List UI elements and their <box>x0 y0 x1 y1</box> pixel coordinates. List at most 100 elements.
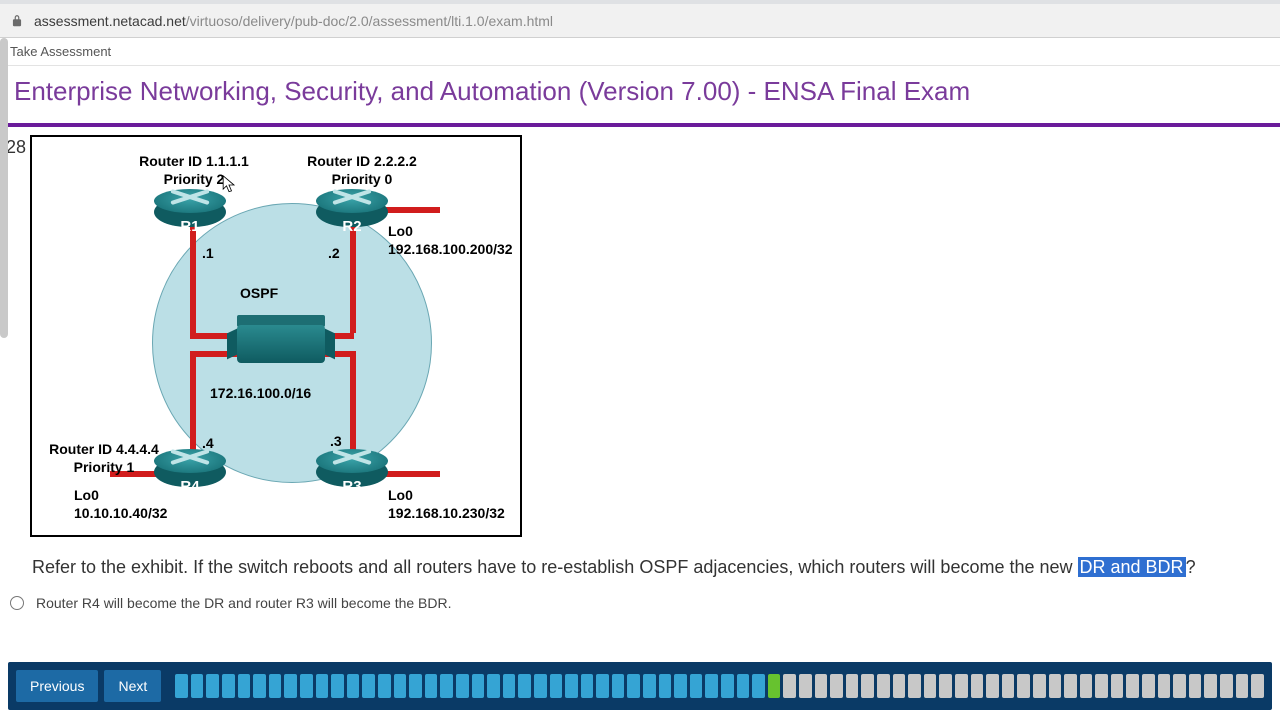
progress-cell[interactable] <box>752 674 765 698</box>
progress-cell[interactable] <box>846 674 859 698</box>
link <box>382 471 440 477</box>
progress-cell[interactable] <box>347 674 360 698</box>
progress-cell[interactable] <box>534 674 547 698</box>
progress-cell[interactable] <box>799 674 812 698</box>
progress-cell[interactable] <box>643 674 656 698</box>
progress-cell[interactable] <box>908 674 921 698</box>
progress-cell[interactable] <box>1251 674 1264 698</box>
answer-option-1[interactable]: Router R4 will become the DR and router … <box>0 589 1280 617</box>
progress-cell[interactable] <box>1142 674 1155 698</box>
progress-cell[interactable] <box>550 674 563 698</box>
progress-cell[interactable] <box>1204 674 1217 698</box>
progress-cell[interactable] <box>721 674 734 698</box>
progress-cell[interactable] <box>222 674 235 698</box>
breadcrumb: Take Assessment <box>0 38 1280 66</box>
progress-cell[interactable] <box>877 674 890 698</box>
progress-cell[interactable] <box>971 674 984 698</box>
r3-lo-label: Lo0192.168.10.230/32 <box>388 487 505 522</box>
progress-cell[interactable] <box>1158 674 1171 698</box>
router-r1: R1 <box>154 189 226 233</box>
progress-cell[interactable] <box>316 674 329 698</box>
progress-cell[interactable] <box>815 674 828 698</box>
progress-cell[interactable] <box>737 674 750 698</box>
progress-cell[interactable] <box>674 674 687 698</box>
answer-radio-1[interactable] <box>10 596 24 610</box>
progress-cell[interactable] <box>269 674 282 698</box>
progress-cell[interactable] <box>581 674 594 698</box>
progress-cell[interactable] <box>1236 674 1249 698</box>
next-button[interactable]: Next <box>104 670 161 702</box>
progress-cell[interactable] <box>191 674 204 698</box>
progress-cell[interactable] <box>1220 674 1233 698</box>
progress-cell[interactable] <box>503 674 516 698</box>
progress-cell[interactable] <box>456 674 469 698</box>
progress-cell[interactable] <box>394 674 407 698</box>
progress-cell[interactable] <box>1049 674 1062 698</box>
progress-cell[interactable] <box>1111 674 1124 698</box>
r2-id-label: Router ID 2.2.2.2Priority 0 <box>272 153 452 188</box>
progress-cell[interactable] <box>565 674 578 698</box>
router-r2: R2 <box>316 189 388 233</box>
progress-cell[interactable] <box>175 674 188 698</box>
page-scrollbar[interactable] <box>0 38 8 338</box>
r4-host: .4 <box>202 435 214 453</box>
progress-cell[interactable] <box>1002 674 1015 698</box>
footer-nav: Previous Next <box>8 662 1272 710</box>
progress-cell[interactable] <box>378 674 391 698</box>
r2-host: .2 <box>328 245 340 263</box>
progress-cell[interactable] <box>440 674 453 698</box>
address-bar[interactable]: assessment.netacad.net/virtuoso/delivery… <box>0 4 1280 38</box>
ospf-label: OSPF <box>240 285 278 303</box>
progress-cell[interactable] <box>596 674 609 698</box>
progress-cell[interactable] <box>955 674 968 698</box>
progress-cell[interactable] <box>627 674 640 698</box>
progress-cell[interactable] <box>1033 674 1046 698</box>
progress-cell[interactable] <box>612 674 625 698</box>
progress-cell[interactable] <box>705 674 718 698</box>
progress-cell[interactable] <box>472 674 485 698</box>
progress-cell[interactable] <box>830 674 843 698</box>
progress-cell[interactable] <box>518 674 531 698</box>
exhibit-diagram: R1 R2 R3 R4 Router ID 1.1.1.1Priority 2 … <box>30 135 522 537</box>
link <box>350 225 356 333</box>
progress-cell[interactable] <box>1189 674 1202 698</box>
progress-cell[interactable] <box>206 674 219 698</box>
progress-cell[interactable] <box>783 674 796 698</box>
link <box>190 225 196 333</box>
progress-cell[interactable] <box>1064 674 1077 698</box>
progress-cell[interactable] <box>1126 674 1139 698</box>
progress-cell[interactable] <box>362 674 375 698</box>
progress-cell[interactable] <box>487 674 500 698</box>
r1-host: .1 <box>202 245 214 263</box>
progress-cell[interactable] <box>690 674 703 698</box>
progress-cell[interactable] <box>659 674 672 698</box>
progress-cell[interactable] <box>253 674 266 698</box>
progress-cell[interactable] <box>1173 674 1186 698</box>
progress-cell[interactable] <box>331 674 344 698</box>
previous-button[interactable]: Previous <box>16 670 98 702</box>
progress-cell[interactable] <box>768 674 781 698</box>
answer-text-1: Router R4 will become the DR and router … <box>36 595 452 611</box>
progress-cell[interactable] <box>300 674 313 698</box>
r4-id-label: Router ID 4.4.4.4Priority 1 <box>34 441 174 476</box>
progress-bar[interactable] <box>175 672 1264 700</box>
question-text: Refer to the exhibit. If the switch rebo… <box>0 537 1280 589</box>
progress-cell[interactable] <box>986 674 999 698</box>
progress-cell[interactable] <box>893 674 906 698</box>
link <box>382 207 440 213</box>
progress-cell[interactable] <box>1017 674 1030 698</box>
router-r3: R3 <box>316 449 388 493</box>
subnet-label: 172.16.100.0/16 <box>210 385 311 403</box>
progress-cell[interactable] <box>861 674 874 698</box>
progress-cell[interactable] <box>1080 674 1093 698</box>
progress-cell[interactable] <box>284 674 297 698</box>
progress-cell[interactable] <box>939 674 952 698</box>
url-text: assessment.netacad.net/virtuoso/delivery… <box>34 13 553 29</box>
r1-id-label: Router ID 1.1.1.1Priority 2 <box>104 153 284 188</box>
progress-cell[interactable] <box>238 674 251 698</box>
progress-cell[interactable] <box>425 674 438 698</box>
progress-cell[interactable] <box>924 674 937 698</box>
page-title: Enterprise Networking, Security, and Aut… <box>0 66 1280 123</box>
progress-cell[interactable] <box>1095 674 1108 698</box>
progress-cell[interactable] <box>409 674 422 698</box>
